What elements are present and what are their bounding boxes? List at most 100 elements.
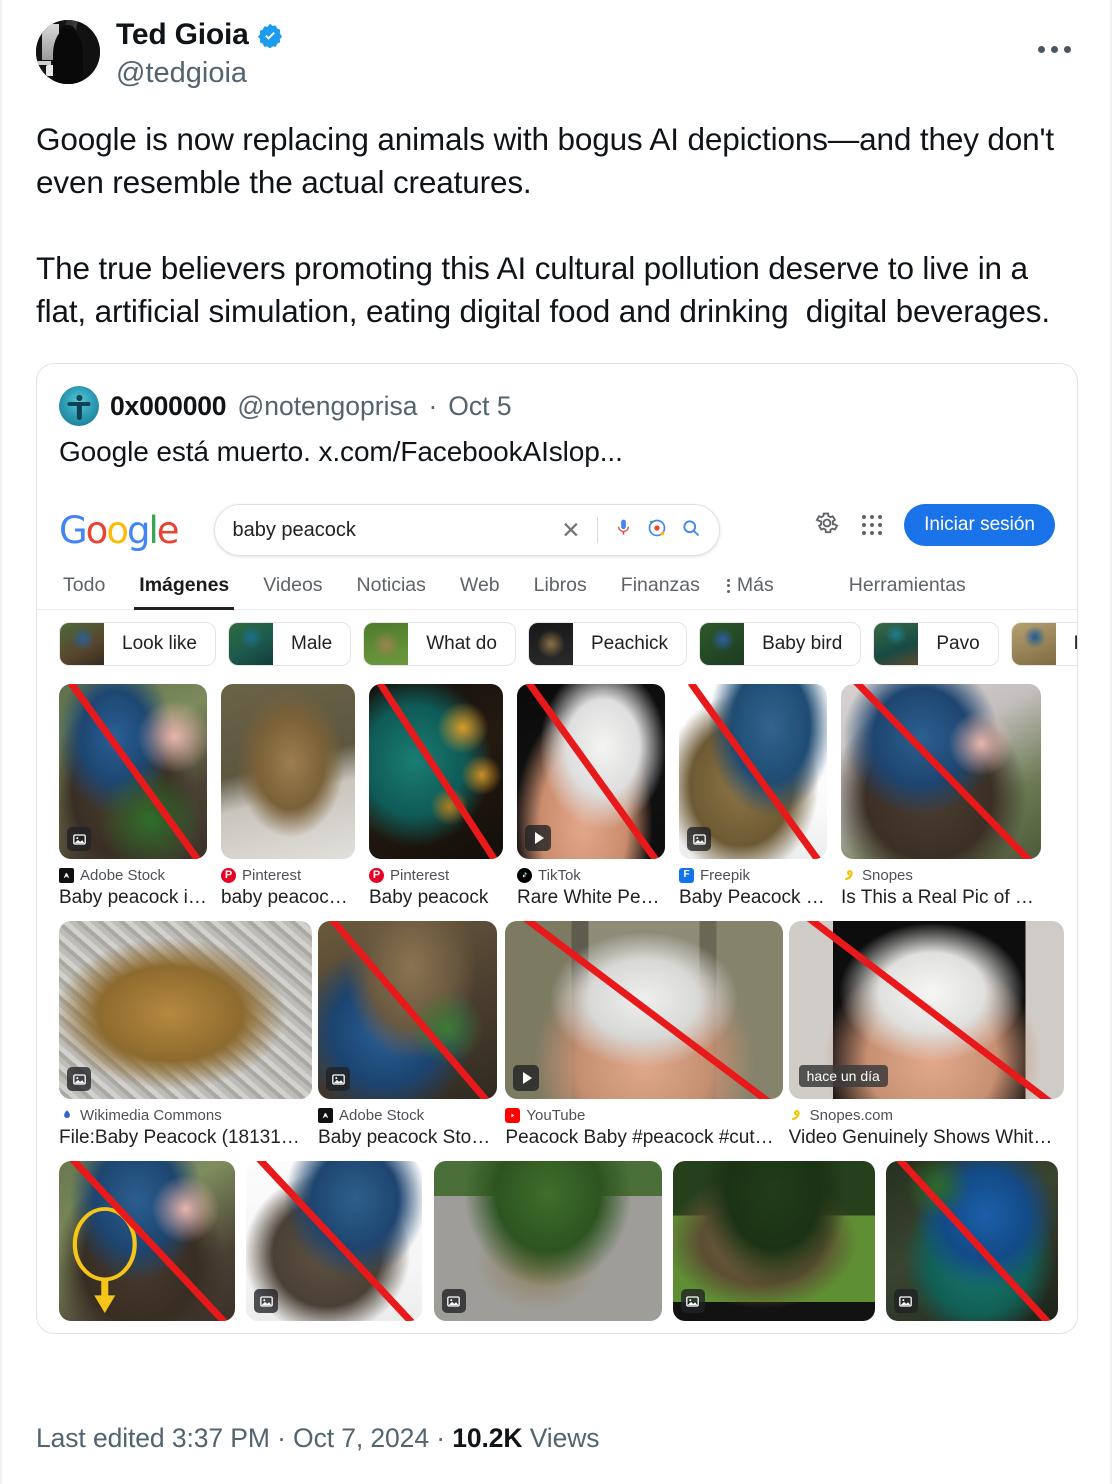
image-type-badge-icon — [67, 827, 91, 851]
more-options-button[interactable] — [1032, 34, 1076, 64]
red-slash-annotation — [369, 684, 503, 859]
google-nav-tabs: Todo Imágenes Videos Noticias Web Libros… — [37, 564, 1077, 610]
chip-thumbnail — [874, 623, 919, 665]
tab-libros[interactable]: Libros — [517, 568, 604, 609]
result-title[interactable]: Baby peacock Stock Illust... — [318, 1127, 491, 1149]
image-result-card[interactable] — [672, 1161, 875, 1321]
tab-imagenes[interactable]: Imágenes — [122, 568, 246, 610]
tab-web[interactable]: Web — [443, 568, 517, 609]
quoted-tweet-card[interactable]: 0x000000 @notengoprisa · Oct 5 Google es… — [36, 363, 1078, 1334]
result-title[interactable]: Baby peacock ilustra... — [59, 887, 207, 909]
result-title[interactable]: Baby peacock — [369, 887, 503, 909]
result-thumbnail[interactable] — [59, 921, 312, 1099]
result-thumbnail[interactable] — [369, 684, 503, 859]
result-thumbnail[interactable] — [59, 1161, 235, 1321]
search-icon[interactable] — [681, 518, 701, 543]
quoted-avatar[interactable] — [59, 386, 99, 426]
result-title[interactable]: File:Baby Peacock (18131813108).... — [59, 1127, 304, 1149]
result-thumbnail[interactable] — [318, 921, 498, 1099]
image-result-card[interactable]: hace un día Snopes.com Video Genuinely Sho… — [788, 921, 1064, 1149]
sign-in-button[interactable]: Iniciar sesión — [904, 504, 1055, 546]
google-logo[interactable]: Google — [59, 509, 179, 552]
search-chip-male[interactable]: Male — [228, 622, 352, 666]
freepik-favicon-icon: F — [679, 867, 694, 883]
author-handle[interactable]: @tedgioia — [116, 55, 283, 91]
tab-todo[interactable]: Todo — [59, 568, 122, 609]
search-chip-what-do[interactable]: What do — [363, 622, 516, 666]
clear-search-icon[interactable]: ✕ — [561, 518, 580, 542]
image-result-card[interactable] — [59, 1161, 235, 1321]
tweet-header: Ted Gioia @tedgioia — [36, 18, 1076, 104]
result-source-name: Adobe Stock — [339, 1106, 425, 1124]
more-filters-button[interactable]: Más — [717, 568, 791, 609]
result-title[interactable]: baby peacock (as... — [221, 887, 355, 909]
tab-videos[interactable]: Videos — [246, 568, 339, 609]
result-title[interactable]: Video Genuinely Shows White 'Baby Peac..… — [789, 1127, 1055, 1149]
tools-button[interactable]: Herramientas — [791, 568, 966, 609]
image-result-card[interactable]: F Freepik Baby Peacock aislad... — [679, 684, 827, 909]
result-source: Snopes.com — [789, 1106, 1055, 1124]
quoted-avatar-photo — [67, 395, 91, 420]
result-thumbnail[interactable] — [679, 684, 827, 859]
chip-label: Peachick — [590, 633, 669, 654]
image-result-card[interactable]: Adobe Stock Baby peacock ilustra... — [59, 684, 207, 909]
image-type-badge-icon — [680, 1289, 705, 1313]
snopes-favicon-icon — [841, 868, 856, 883]
quoted-display-name: 0x000000 — [110, 390, 227, 421]
result-thumbnail[interactable] — [505, 921, 784, 1099]
yellow-circle-annotation — [59, 1161, 235, 1321]
display-name[interactable]: Ted Gioia — [116, 18, 249, 53]
result-thumbnail[interactable] — [246, 1161, 423, 1321]
search-chip-baby-bird[interactable]: Baby bird — [699, 622, 862, 666]
quoted-date: Oct 5 — [448, 390, 512, 421]
result-thumbnail[interactable] — [59, 684, 207, 859]
search-chip-peafowl[interactable]: Peafowl — [1010, 622, 1077, 666]
gear-icon[interactable] — [814, 510, 840, 541]
result-thumbnail[interactable] — [433, 1161, 662, 1321]
adobe-favicon-icon — [59, 867, 74, 883]
dot — [1037, 45, 1045, 53]
microphone-icon[interactable] — [614, 518, 633, 542]
views-label: Views — [522, 1423, 600, 1453]
result-thumbnail[interactable] — [885, 1161, 1058, 1321]
google-apps-icon[interactable] — [862, 515, 883, 535]
result-thumbnail[interactable] — [221, 684, 355, 859]
image-result-card[interactable]: P Pinterest Baby peacock — [369, 684, 503, 909]
search-chip-pavo[interactable]: Pavo — [873, 622, 999, 666]
result-title[interactable]: Peacock Baby #peacock #cute #baby #h... — [505, 1127, 774, 1149]
chip-label: Peafowl — [1056, 633, 1077, 655]
search-chip-look-like[interactable]: Look like — [59, 622, 216, 666]
tweet-footer: Last edited 3:37 PM · Oct 7, 2024 · 10.2… — [36, 1423, 600, 1454]
result-source: Snopes — [841, 866, 1041, 884]
avatar[interactable] — [36, 20, 100, 84]
views-count: 10.2K — [452, 1423, 523, 1453]
image-result-card[interactable] — [246, 1161, 423, 1321]
result-thumbnail[interactable] — [841, 684, 1041, 859]
image-result-card[interactable] — [885, 1161, 1058, 1321]
image-result-card[interactable]: Wikimedia Commons File:Baby Peacock (1813… — [59, 921, 312, 1149]
image-result-card[interactable]: P Pinterest baby peacock (as... — [221, 684, 355, 909]
snopes-favicon-icon — [789, 1108, 804, 1123]
image-result-card[interactable]: Snopes Is This a Real Pic of a Baby P... — [841, 684, 1041, 909]
verified-badge-icon — [257, 22, 283, 49]
search-chip-peachick[interactable]: Peachick — [527, 622, 688, 666]
image-result-card[interactable] — [433, 1161, 662, 1321]
result-thumbnail[interactable] — [672, 1161, 875, 1321]
result-source-name: Pinterest — [390, 866, 450, 884]
result-thumbnail[interactable]: hace un día — [788, 921, 1064, 1099]
google-search-box[interactable]: baby peacock ✕ — [213, 504, 720, 556]
lens-camera-icon[interactable] — [647, 518, 667, 543]
tweet-body-text: Google is now replacing animals with bog… — [36, 121, 1054, 329]
image-result-card[interactable]: Adobe Stock Baby peacock Stock Illust... — [318, 921, 498, 1149]
result-title[interactable]: Is This a Real Pic of a Baby P... — [841, 887, 1041, 909]
tab-noticias[interactable]: Noticias — [340, 568, 443, 609]
search-input[interactable]: baby peacock — [233, 519, 562, 542]
result-source: F Freepik — [679, 866, 827, 884]
tab-finanzas[interactable]: Finanzas — [604, 568, 717, 609]
result-title[interactable]: Rare White Peacock... — [517, 887, 665, 909]
result-thumbnail[interactable] — [517, 684, 665, 859]
image-result-card[interactable]: YouTube Peacock Baby #peacock #cute #baby… — [505, 921, 784, 1149]
image-result-card[interactable]: TikTok Rare White Peacock... — [517, 684, 665, 909]
result-title[interactable]: Baby Peacock aislad... — [679, 887, 827, 909]
pinterest-favicon-icon: P — [221, 867, 236, 883]
